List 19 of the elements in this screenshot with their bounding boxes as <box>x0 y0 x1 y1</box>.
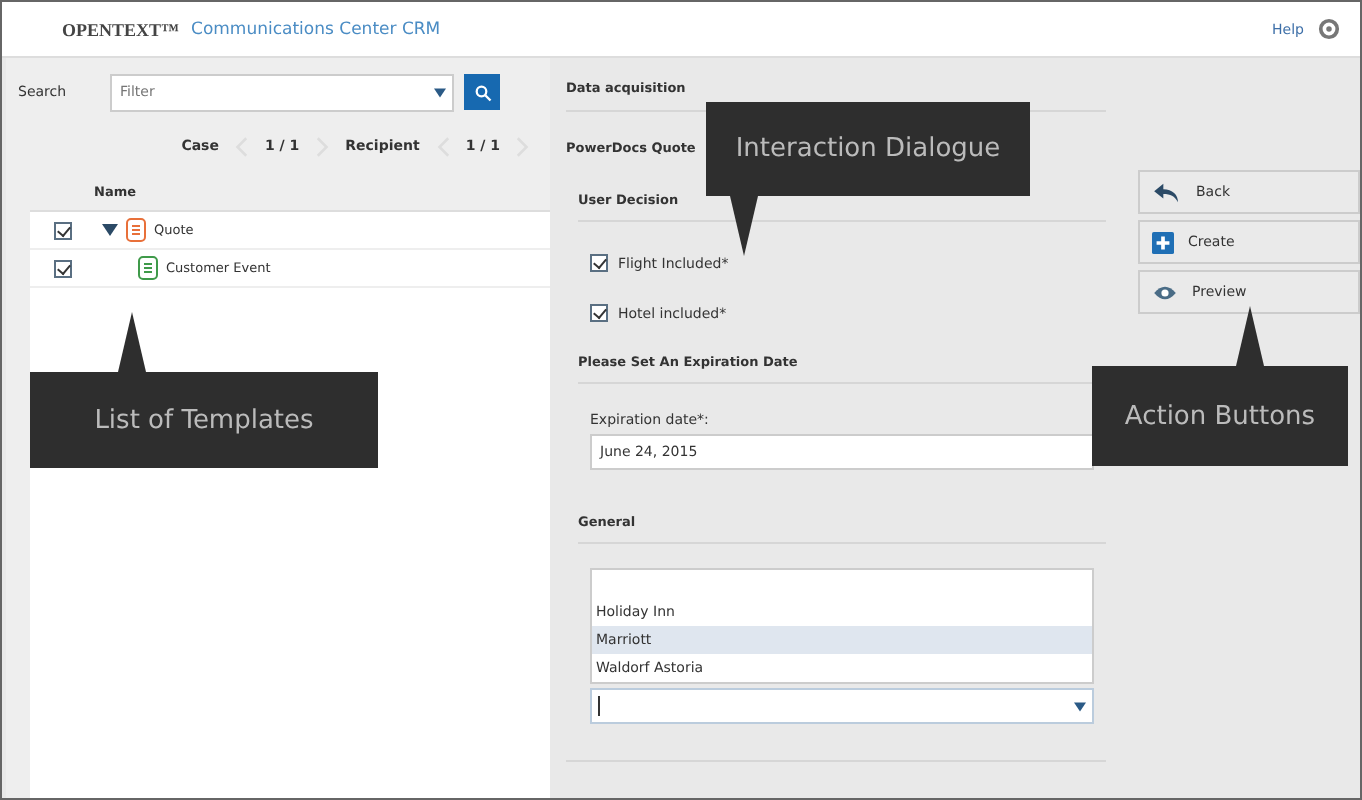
combo-field[interactable] <box>590 688 1094 724</box>
search-button[interactable] <box>464 74 500 110</box>
search-icon <box>473 83 491 101</box>
eye-icon <box>1152 283 1178 301</box>
callout-label: Interaction Dialogue <box>706 102 1030 256</box>
expand-icon[interactable] <box>102 222 118 238</box>
row-checkbox[interactable] <box>53 221 71 239</box>
brand-logo: OPENTEXT™ <box>62 19 180 39</box>
checkbox[interactable] <box>590 254 608 272</box>
settings-icon[interactable] <box>1318 18 1340 40</box>
product-title: Communications Center CRM <box>191 19 441 39</box>
back-arrow-icon <box>1152 181 1182 203</box>
row-checkbox[interactable] <box>53 259 71 277</box>
callout-label: List of Templates <box>30 312 378 468</box>
document-icon <box>126 218 146 242</box>
checkbox[interactable] <box>590 304 608 322</box>
plus-icon <box>1152 231 1174 253</box>
callout-label: Action Buttons <box>1092 306 1348 466</box>
document-icon <box>138 256 158 280</box>
